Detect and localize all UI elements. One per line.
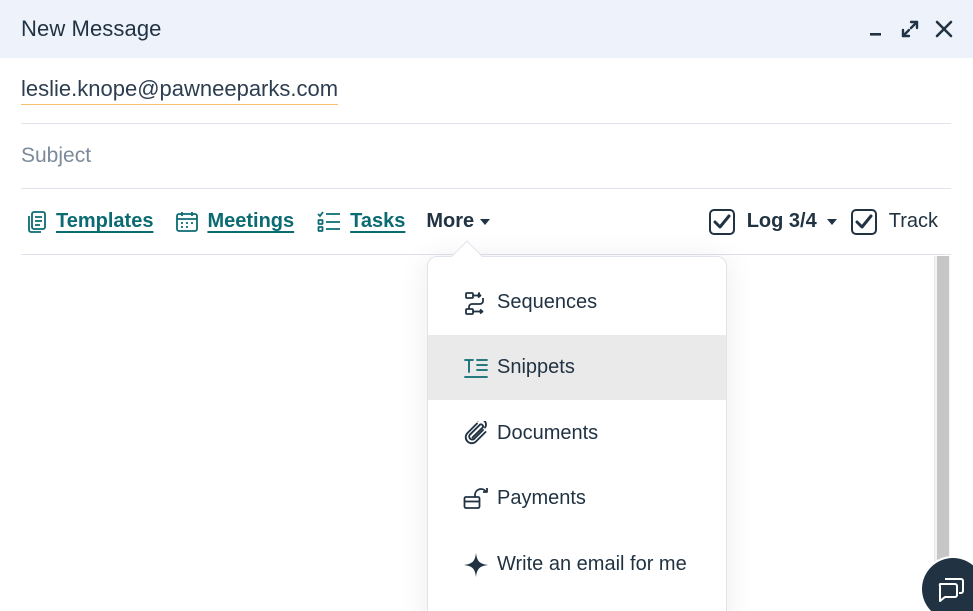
log-caret-down-icon[interactable] [826, 218, 837, 225]
chat-icon [938, 578, 964, 602]
menu-item-label: Payments [497, 487, 586, 509]
log-checkbox[interactable] [708, 208, 735, 235]
tasks-label: Tasks [350, 210, 406, 232]
tasks-button[interactable]: Tasks [316, 210, 405, 234]
sparkle-icon [463, 552, 489, 578]
menu-item-payments[interactable]: Payments [428, 466, 726, 531]
recipient-row[interactable]: leslie.knope@pawneeparks.com [21, 58, 951, 124]
menu-item-documents[interactable]: Documents [428, 401, 726, 466]
tracking-options: Log 3/4 Track [708, 208, 938, 235]
caret-down-icon [480, 218, 491, 225]
menu-item-label: Snippets [497, 356, 575, 378]
snippets-icon [463, 355, 489, 381]
checkmark-icon [855, 214, 873, 228]
menu-item-snippets[interactable]: Snippets [428, 335, 726, 400]
close-button[interactable] [932, 17, 956, 41]
templates-label: Templates [56, 210, 154, 232]
minimize-icon [870, 33, 881, 36]
window-controls [864, 17, 956, 41]
expand-icon [901, 20, 919, 38]
more-dropdown-button[interactable]: More [426, 210, 491, 233]
track-label: Track [888, 210, 938, 232]
payments-icon [463, 486, 489, 512]
close-icon [935, 20, 953, 38]
meetings-button[interactable]: Meetings [175, 210, 294, 234]
window-title: New Message [21, 16, 162, 41]
menu-item-label: Documents [497, 422, 599, 444]
calendar-icon [176, 211, 199, 232]
log-label[interactable]: Log 3/4 [747, 210, 817, 233]
paperclip-icon [463, 420, 489, 447]
templates-button[interactable]: Templates [26, 210, 153, 234]
chat-button[interactable] [922, 558, 973, 611]
menu-item-label: Sequences [497, 291, 598, 313]
subject-input[interactable] [21, 144, 951, 168]
menu-item-label: Write an email for me [497, 553, 687, 575]
compose-toolbar: Templates Meetings Tasks More Log 3/4 Tr… [21, 189, 951, 255]
compose-header: New Message [0, 0, 973, 58]
subject-row [21, 124, 951, 189]
minimize-button[interactable] [864, 17, 888, 41]
track-checkbox[interactable] [850, 208, 877, 235]
meetings-label: Meetings [207, 210, 295, 232]
templates-icon [28, 210, 46, 233]
tasks-icon [317, 210, 341, 232]
sequences-icon [463, 290, 489, 316]
more-menu: Sequences Snippets Documents Payments Wr… [427, 256, 727, 611]
checkmark-icon [713, 214, 731, 228]
more-label: More [426, 210, 475, 232]
recipient-chip[interactable]: leslie.knope@pawneeparks.com [21, 76, 339, 105]
menu-item-sequences[interactable]: Sequences [428, 270, 726, 335]
menu-item-write-email[interactable]: Write an email for me [428, 532, 726, 597]
expand-button[interactable] [898, 17, 922, 41]
